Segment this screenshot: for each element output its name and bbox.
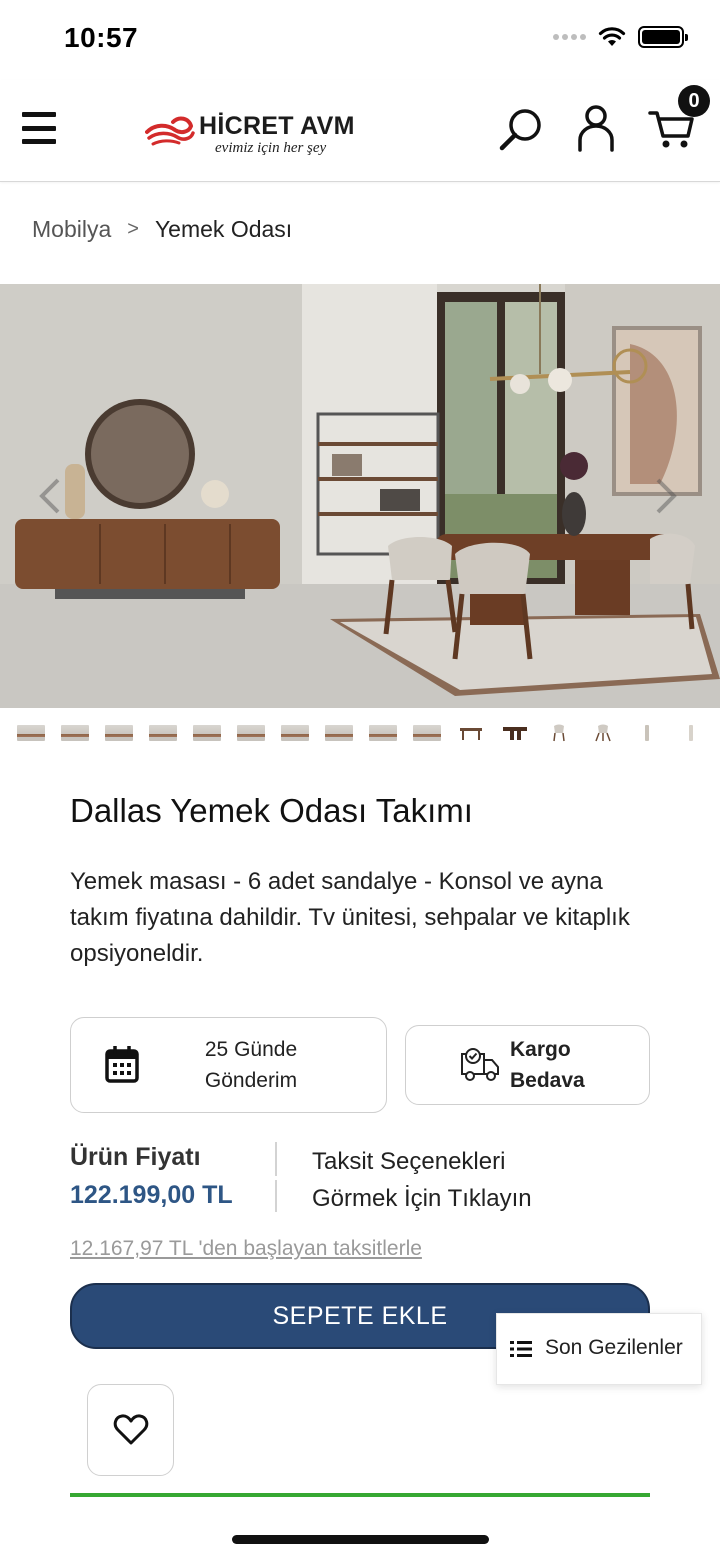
list-icon bbox=[510, 1341, 532, 1357]
breadcrumb-current: Yemek Odası bbox=[154, 216, 293, 242]
gallery-thumbnail[interactable] bbox=[545, 722, 573, 744]
recently-viewed-button[interactable]: Son Gezilenler bbox=[496, 1313, 702, 1385]
logo-swirl-icon bbox=[145, 116, 195, 146]
gallery-thumbnail[interactable] bbox=[149, 722, 177, 744]
status-time: 10:57 bbox=[64, 22, 139, 53]
gallery-thumbnail[interactable] bbox=[677, 722, 705, 744]
delivery-truck-icon bbox=[461, 1048, 499, 1081]
product-description: Yemek masası - 6 adet sandalye - Konsol … bbox=[70, 868, 630, 967]
gallery-thumbnail[interactable] bbox=[369, 722, 397, 744]
calendar-icon bbox=[105, 1046, 139, 1083]
hamburger-menu-icon[interactable] bbox=[22, 112, 56, 144]
free-shipping-line1: Kargo bbox=[510, 1038, 571, 1061]
installment-options-link[interactable]: Taksit Seçenekleri Görmek İçin Tıklayın bbox=[312, 1143, 532, 1217]
shipping-time-text: 25 Günde Gönderim bbox=[181, 1034, 321, 1096]
gallery-thumbnail[interactable] bbox=[281, 722, 309, 744]
gallery-prev-icon[interactable] bbox=[36, 476, 64, 516]
shipping-time-line1: 25 Günde bbox=[204, 1038, 298, 1061]
installment-note-link[interactable]: 12.167,97 TL 'den başlayan taksitlerle bbox=[70, 1237, 422, 1261]
shipping-time-card: 25 Günde Gönderim bbox=[70, 1017, 387, 1113]
logo-title: HİCRET AVM bbox=[199, 112, 355, 140]
gallery-next-icon[interactable] bbox=[652, 476, 680, 516]
search-icon[interactable] bbox=[498, 106, 544, 152]
battery-icon bbox=[638, 26, 688, 48]
breadcrumb-parent-link[interactable]: Mobilya bbox=[32, 216, 111, 243]
gallery-thumbnail[interactable] bbox=[105, 722, 133, 744]
gallery-thumbnail[interactable] bbox=[457, 722, 485, 744]
cart-count-badge[interactable]: 0 bbox=[678, 85, 710, 117]
gallery-thumbnail[interactable] bbox=[193, 722, 221, 744]
gallery-thumbnail[interactable] bbox=[237, 722, 265, 744]
signal-icon bbox=[553, 34, 586, 40]
wifi-icon bbox=[598, 27, 626, 46]
installment-link-line1: Taksit Seçenekleri bbox=[312, 1148, 506, 1175]
gallery-thumbnails bbox=[17, 722, 707, 746]
home-indicator bbox=[232, 1535, 489, 1544]
free-shipping-text: Kargo Bedava bbox=[510, 1034, 594, 1096]
gallery-thumbnail[interactable] bbox=[413, 722, 441, 744]
user-icon[interactable] bbox=[576, 104, 616, 152]
gallery-thumbnail[interactable] bbox=[501, 722, 529, 744]
price-value: 122.199,00 TL bbox=[70, 1181, 233, 1209]
gallery-thumbnail[interactable] bbox=[17, 722, 45, 744]
site-header: HİCRET AVM evimiz için her şey bbox=[0, 80, 720, 182]
status-icons bbox=[553, 26, 688, 48]
gallery-thumbnail[interactable] bbox=[325, 722, 353, 744]
product-main-image[interactable] bbox=[0, 284, 720, 708]
breadcrumb-separator: > bbox=[127, 218, 139, 240]
section-divider bbox=[70, 1493, 650, 1497]
gallery-thumbnail[interactable] bbox=[589, 722, 617, 744]
recently-viewed-label: Son Gezilenler bbox=[545, 1336, 683, 1359]
logo[interactable]: HİCRET AVM evimiz için her şey bbox=[145, 110, 360, 162]
shipping-time-line2: Gönderim bbox=[204, 1069, 298, 1092]
price-divider bbox=[275, 1142, 277, 1176]
logo-tagline: evimiz için her şey bbox=[215, 140, 327, 156]
heart-icon bbox=[113, 1414, 148, 1445]
breadcrumb: Mobilya > Yemek Odası bbox=[32, 216, 292, 243]
favorite-button[interactable] bbox=[87, 1384, 174, 1476]
price-divider bbox=[275, 1180, 277, 1212]
gallery-thumbnail[interactable] bbox=[633, 722, 661, 744]
installment-link-line2: Görmek İçin Tıklayın bbox=[312, 1185, 532, 1212]
product-title: Dallas Yemek Odası Takımı bbox=[70, 792, 473, 829]
gallery-thumbnail[interactable] bbox=[61, 722, 89, 744]
status-bar: 10:57 bbox=[0, 0, 720, 80]
free-shipping-card: Kargo Bedava bbox=[405, 1025, 650, 1105]
free-shipping-line2: Bedava bbox=[510, 1069, 585, 1092]
price-label: Ürün Fiyatı bbox=[70, 1143, 201, 1171]
